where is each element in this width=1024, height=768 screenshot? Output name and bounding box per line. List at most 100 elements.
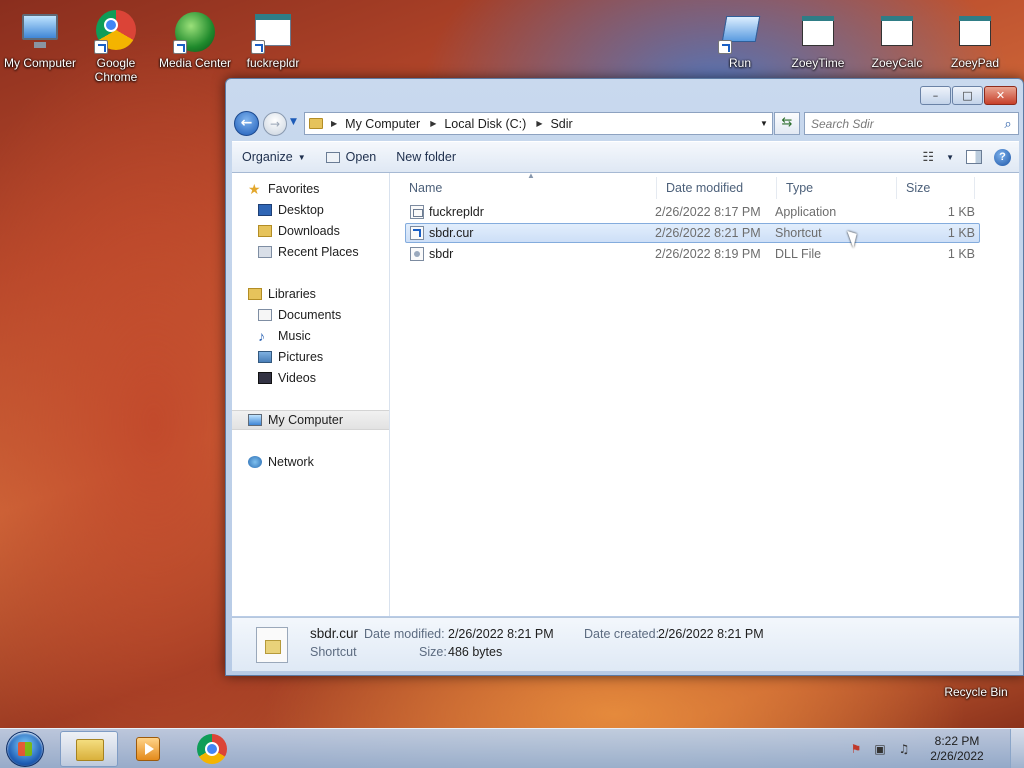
star-icon: ★ (248, 181, 261, 197)
chevron-right-icon[interactable]: ▶ (331, 119, 337, 128)
app-icon (251, 10, 295, 54)
media-center-icon (173, 10, 217, 54)
new-folder-button[interactable]: New folder (386, 145, 466, 169)
nav-videos[interactable]: Videos (258, 368, 316, 388)
change-view-icon[interactable]: ☷ (922, 149, 934, 165)
clock[interactable]: 8:22 PM 2/26/2022 (920, 734, 994, 764)
command-bar: Organize ▼ Open New folder ☷ ▼ ? (232, 141, 1019, 173)
app-icon (953, 10, 997, 54)
desktop-icon-label: fuckrepldr (246, 56, 300, 70)
toolbar-right-group: ☷ ▼ ? (922, 148, 1019, 166)
chevron-down-icon: ▼ (297, 152, 306, 162)
search-input[interactable] (805, 116, 998, 131)
nav-libraries[interactable]: Libraries (248, 284, 316, 304)
desktop-icon-label: ZoeyTime (791, 56, 845, 70)
volume-icon[interactable]: ♫ (896, 742, 912, 756)
column-header-size[interactable]: Size (897, 177, 975, 199)
desktop-icon-run[interactable]: Run (700, 4, 780, 70)
network-icon (248, 456, 262, 468)
file-row-selected[interactable]: sbdr.cur 2/26/2022 8:21 PM Shortcut 1 KB (405, 223, 980, 243)
desktop-icon (258, 204, 272, 216)
details-size-label: Size: (419, 645, 447, 659)
breadcrumb-local-disk[interactable]: Local Disk (C:) (444, 117, 526, 131)
pictures-icon (258, 351, 272, 363)
views-dropdown-icon[interactable]: ▼ (946, 153, 954, 162)
documents-icon (258, 309, 272, 321)
open-button[interactable]: Open (316, 145, 387, 169)
action-center-flag-icon[interactable]: ⚑ (848, 742, 864, 756)
address-dropdown-icon[interactable]: ▼ (756, 119, 772, 128)
nav-pictures[interactable]: Pictures (258, 347, 323, 367)
desktop-icon-google-chrome[interactable]: Google Chrome (76, 4, 156, 84)
desktop-icon-media-center[interactable]: Media Center (155, 4, 235, 70)
new-folder-label: New folder (396, 150, 456, 164)
breadcrumb-sdir[interactable]: Sdir (550, 117, 572, 131)
explorer-window[interactable]: – □ ✕ ← → ▼ ▶ My Computer ▶ Local Disk (… (225, 78, 1024, 676)
details-file-name: sbdr.cur (310, 626, 359, 641)
open-icon (325, 151, 340, 163)
nav-label: Desktop (278, 203, 324, 217)
dll-file-icon (410, 247, 424, 261)
minimize-button[interactable]: – (920, 86, 951, 105)
nav-documents[interactable]: Documents (258, 305, 341, 325)
nav-label: My Computer (268, 413, 344, 427)
organize-button[interactable]: Organize ▼ (232, 145, 316, 169)
desktop-icon-zoeytime[interactable]: ZoeyTime (778, 4, 858, 70)
nav-label: Pictures (278, 350, 324, 364)
app-icon (875, 10, 919, 54)
file-date: 2/26/2022 8:19 PM (655, 247, 761, 261)
preview-pane-icon[interactable] (966, 150, 982, 164)
refresh-icon: ⇆ (781, 115, 793, 130)
network-status-icon[interactable]: ▣ (872, 742, 888, 756)
desktop-icon-zoeycalc[interactable]: ZoeyCalc (857, 4, 937, 70)
nav-my-computer[interactable]: My Computer (232, 410, 389, 430)
back-button[interactable]: ← (234, 111, 259, 136)
column-header-name[interactable]: Name (400, 177, 657, 199)
close-button[interactable]: ✕ (984, 86, 1017, 105)
show-desktop-button[interactable] (1010, 729, 1024, 768)
nav-music[interactable]: ♪ Music (258, 326, 311, 346)
taskbar-windows-explorer[interactable] (60, 731, 118, 767)
window-controls: – □ ✕ (920, 86, 1017, 105)
nav-recent-places[interactable]: Recent Places (258, 242, 359, 262)
file-size: 1 KB (947, 247, 975, 261)
desktop-icon-my-computer[interactable]: My Computer (0, 4, 80, 70)
nav-downloads[interactable]: Downloads (258, 221, 340, 241)
refresh-button[interactable]: ⇆ (774, 112, 800, 135)
nav-label: Videos (278, 371, 316, 385)
help-icon[interactable]: ? (994, 148, 1011, 166)
nav-label: Recent Places (278, 245, 359, 259)
maximize-button[interactable]: □ (952, 86, 983, 105)
nav-desktop[interactable]: Desktop (258, 200, 324, 220)
desktop-icon-zoeypad[interactable]: ZoeyPad (935, 4, 1015, 70)
search-box[interactable]: ⌕ (804, 112, 1019, 135)
open-label: Open (345, 150, 377, 164)
column-header-date[interactable]: Date modified (657, 177, 777, 199)
app-icon (796, 10, 840, 54)
desktop-icon-fuckrepldr[interactable]: fuckrepldr (233, 4, 313, 70)
chevron-right-icon[interactable]: ▶ (536, 119, 542, 128)
desktop-icon-label: Media Center (158, 56, 232, 70)
breadcrumb-my-computer[interactable]: My Computer (345, 117, 420, 131)
navigation-bar: ← → ▼ ▶ My Computer ▶ Local Disk (C:) ▶ … (232, 109, 1019, 137)
start-button[interactable] (6, 731, 44, 767)
taskbar-media-player[interactable] (120, 731, 178, 767)
forward-button[interactable]: → (263, 112, 287, 136)
file-row[interactable]: sbdr 2/26/2022 8:19 PM DLL File 1 KB (405, 244, 980, 264)
search-icon[interactable]: ⌕ (998, 116, 1018, 132)
column-header-type[interactable]: Type (777, 177, 897, 199)
file-size: 1 KB (947, 226, 975, 240)
downloads-icon (258, 225, 272, 237)
file-row[interactable]: fuckrepldr 2/26/2022 8:17 PM Application… (405, 202, 980, 222)
nav-network[interactable]: Network (248, 452, 314, 472)
recent-pages-dropdown-icon[interactable]: ▼ (290, 117, 297, 127)
taskbar-google-chrome[interactable] (183, 731, 241, 767)
nav-favorites[interactable]: ★ Favorites (248, 179, 319, 199)
chevron-right-icon[interactable]: ▶ (430, 119, 436, 128)
address-bar[interactable]: ▶ My Computer ▶ Local Disk (C:) ▶ Sdir ▼ (304, 112, 773, 135)
details-size-value: 486 bytes (448, 645, 503, 659)
computer-icon (248, 414, 262, 426)
details-created-label: Date created: (584, 627, 660, 641)
file-type: Shortcut (775, 226, 822, 240)
media-player-icon (136, 737, 160, 761)
